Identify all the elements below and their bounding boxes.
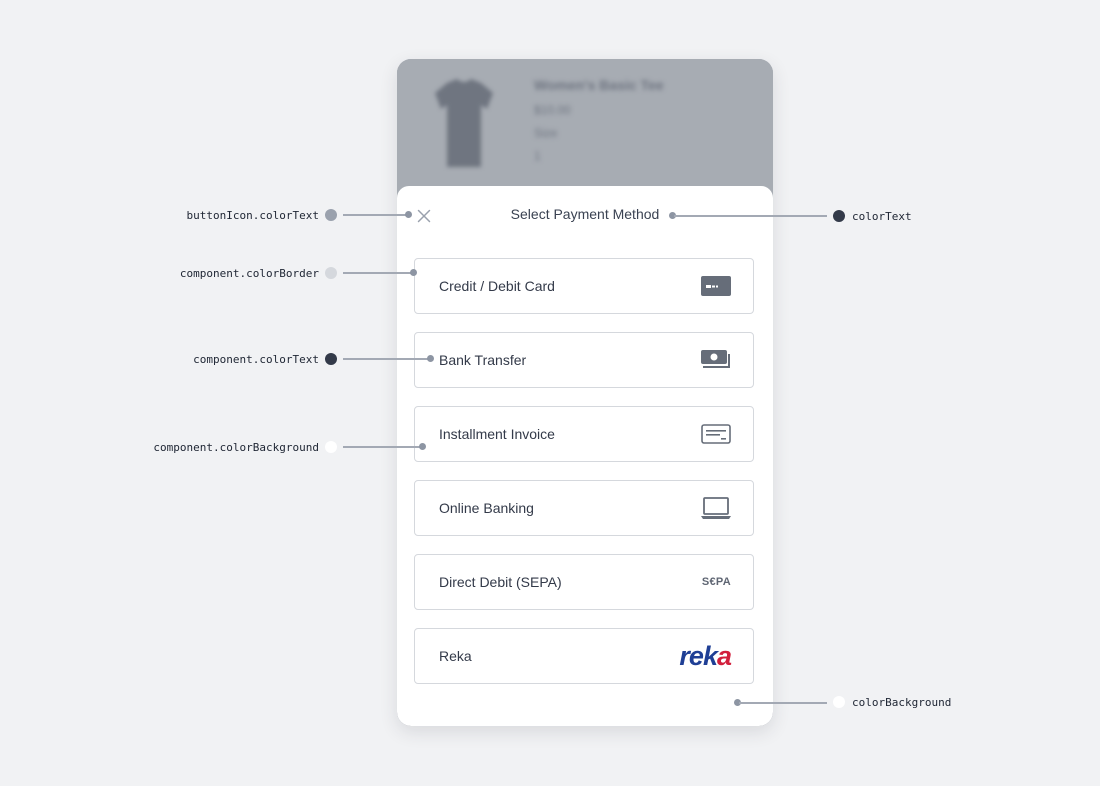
method-bank-transfer[interactable]: Bank Transfer: [414, 332, 754, 388]
method-label: Installment Invoice: [439, 426, 555, 442]
reka-logo-part-1: rek: [679, 640, 718, 671]
checkout-card: Women's Basic Tee $10.00 Size 1 Select P…: [397, 59, 773, 726]
product-summary: Women's Basic Tee $10.00 Size 1: [397, 59, 773, 199]
method-label: Credit / Debit Card: [439, 278, 555, 294]
pin: [419, 443, 426, 450]
leader-line: [343, 446, 423, 448]
annotation-component-color-background: component.colorBackground: [153, 441, 319, 454]
swatch-button-icon-color-text: [325, 209, 337, 221]
banknotes-icon: [701, 333, 731, 387]
product-size: Size: [534, 126, 558, 140]
method-installment-invoice[interactable]: Installment Invoice: [414, 406, 754, 462]
leader-line: [739, 702, 827, 704]
reka-logo-part-2: a: [716, 640, 732, 671]
annotation-button-icon-color-text: buttonIcon.colorText: [186, 209, 319, 222]
method-reka[interactable]: Reka reka: [414, 628, 754, 684]
annotation-color-background: colorBackground: [852, 696, 952, 709]
payment-sheet: Select Payment Method Credit / Debit Car…: [397, 186, 773, 726]
leader-line: [343, 358, 429, 360]
stage: Women's Basic Tee $10.00 Size 1 Select P…: [0, 0, 1100, 786]
swatch-color-text: [833, 210, 845, 222]
method-label: Reka: [439, 648, 472, 664]
method-direct-debit-sepa[interactable]: Direct Debit (SEPA) S€PA: [414, 554, 754, 610]
leader-line: [343, 214, 409, 216]
pin: [405, 211, 412, 218]
leader-line: [343, 272, 411, 274]
method-online-banking[interactable]: Online Banking: [414, 480, 754, 536]
credit-card-icon: [701, 259, 731, 313]
annotation-component-color-text: component.colorText: [193, 353, 319, 366]
reka-logo: reka: [679, 629, 732, 683]
laptop-icon: [701, 481, 731, 535]
swatch-component-color-text: [325, 353, 337, 365]
method-label: Direct Debit (SEPA): [439, 574, 562, 590]
sheet-title: Select Payment Method: [510, 206, 660, 222]
pin: [410, 269, 417, 276]
product-quantity: 1: [534, 149, 541, 163]
swatch-component-color-border: [325, 267, 337, 279]
tshirt-image: [435, 79, 493, 167]
method-label: Online Banking: [439, 500, 534, 516]
method-label: Bank Transfer: [439, 352, 527, 368]
product-info: Women's Basic Tee $10.00 Size 1: [534, 77, 664, 172]
swatch-color-background: [833, 696, 845, 708]
pin: [427, 355, 434, 362]
sepa-logo-text: S€PA: [701, 576, 731, 588]
annotation-color-text: colorText: [852, 210, 912, 223]
annotation-component-color-border: component.colorBorder: [179, 267, 319, 280]
sepa-logo: S€PA: [702, 555, 731, 609]
method-credit-card[interactable]: Credit / Debit Card: [414, 258, 754, 314]
product-name: Women's Basic Tee: [534, 77, 664, 93]
swatch-component-color-background: [325, 441, 337, 453]
product-price: $10.00: [534, 103, 571, 117]
invoice-icon: [701, 407, 731, 461]
leader-line: [674, 215, 827, 217]
